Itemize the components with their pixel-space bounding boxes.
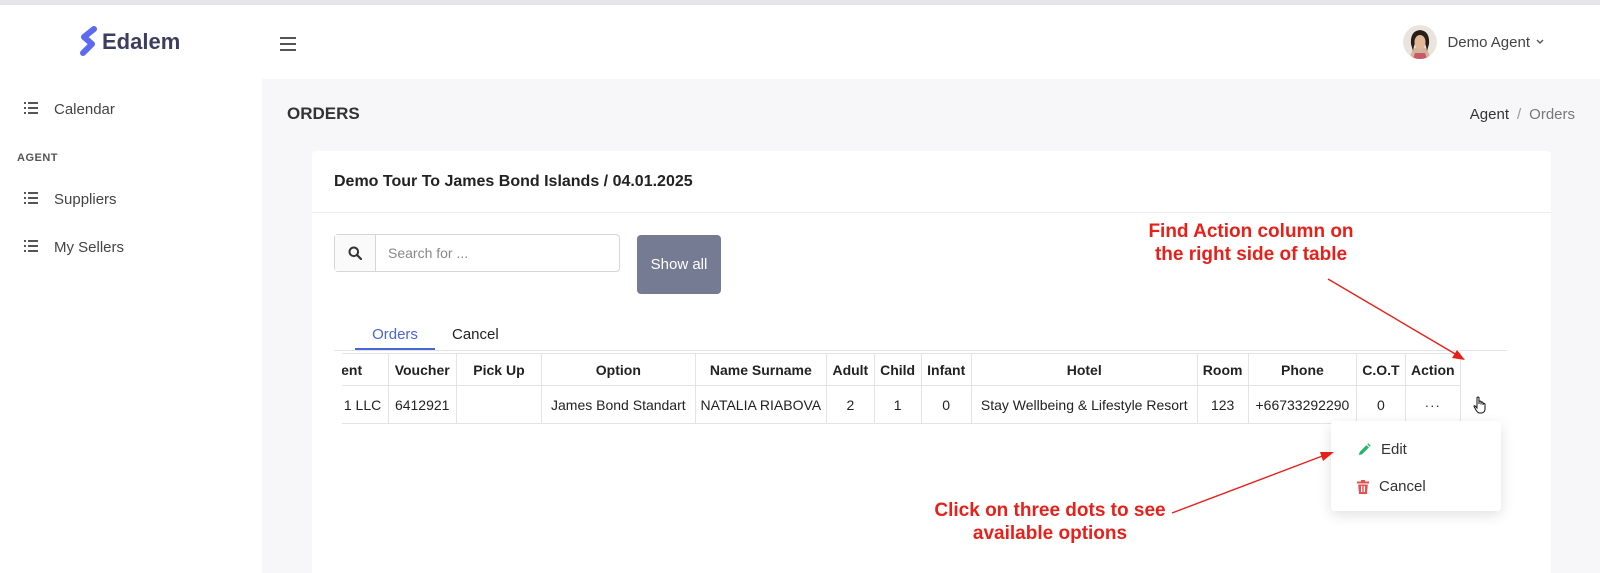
annotation-arrows (1171, 278, 1465, 514)
arrow-to-action-column (1327, 278, 1465, 360)
arrow-to-action-menu (1171, 452, 1334, 514)
